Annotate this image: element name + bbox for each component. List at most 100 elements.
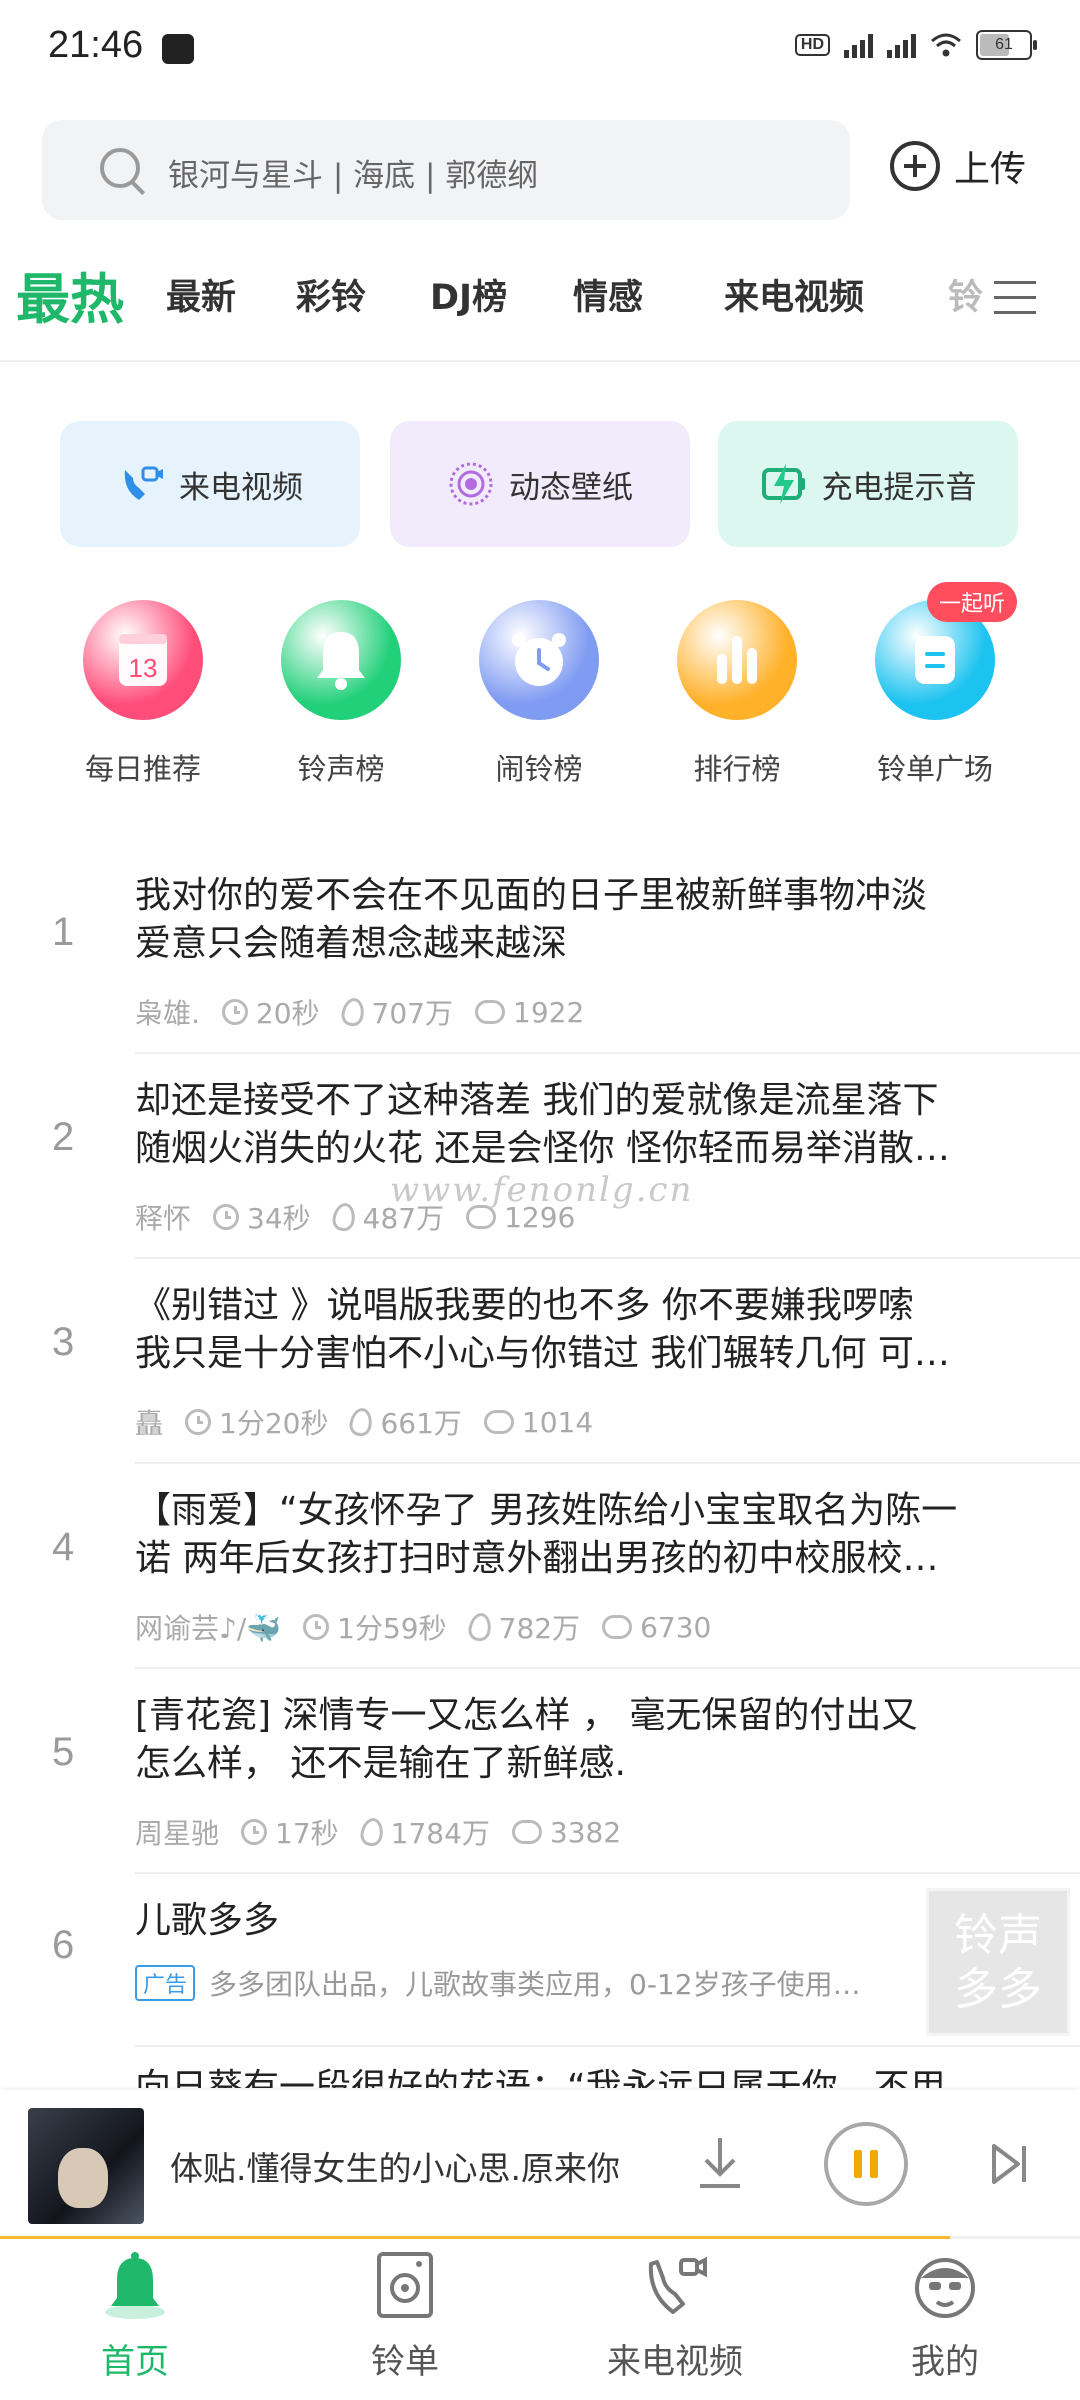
shortcut-label: 闹铃榜 [495, 752, 583, 786]
song-meta: 周星驰 17秒 1784万 3382 [135, 1812, 621, 1852]
bell-icon [281, 600, 401, 720]
flame-icon [339, 996, 366, 1028]
song-title: 我对你的爱不会在不见面的日子里被新鲜事物冲淡 爱意只会随着想念越来越深 [135, 872, 1060, 968]
shortcut-daily-picks[interactable]: 13 每日推荐 [43, 600, 243, 788]
divider [135, 1462, 1080, 1464]
flame-icon [330, 1201, 357, 1233]
shortcut-alarm-chart[interactable]: 闹铃榜 [439, 600, 639, 788]
play-count: 782万 [498, 1612, 581, 1645]
title-line-1: 我对你的爱不会在不见面的日子里被新鲜事物冲淡 [135, 875, 928, 916]
rank-number: 5 [52, 1730, 75, 1774]
feature-card-call-video[interactable]: 来电视频 [60, 421, 360, 547]
title-line-2: 怎么样， 还不是输在了新鲜感. [135, 1743, 626, 1784]
card-label: 来电视频 [179, 469, 303, 506]
now-playing-title: 体贴.懂得女生的小心思.原来你 [170, 2149, 620, 2188]
clock-icon [303, 1614, 330, 1640]
video-call-icon [124, 466, 163, 500]
ad-title-text: 儿歌多多 [135, 1900, 280, 1941]
song-meta: 网谕芸♪/🐳 1分59秒 782万 6730 [135, 1607, 711, 1647]
comment-icon [483, 1410, 514, 1434]
watermark: www.fenonlg.cn [390, 1170, 694, 1210]
progress-fill [0, 2236, 951, 2239]
tab-ringback[interactable]: 彩铃 [296, 269, 366, 320]
play-count: 707万 [371, 997, 453, 1030]
speaker-icon [377, 2252, 433, 2318]
nav-home[interactable]: 首页 [35, 2250, 235, 2383]
title-line-2: 我只是十分害怕不小心与你错过 我们辗转几何 可… [135, 1333, 950, 1374]
ad-tag: 广告 [135, 1965, 196, 2001]
shortcut-ringtone-chart[interactable]: 铃声榜 [241, 600, 441, 788]
nav-playlist[interactable]: 铃单 [305, 2250, 505, 2383]
comment-count: 1014 [521, 1405, 594, 1439]
mini-player[interactable]: 体贴.懂得女生的小心思.原来你 [0, 2090, 1080, 2240]
clock-icon [185, 1409, 212, 1435]
author: 周星驰 [135, 1817, 220, 1850]
pause-icon [854, 2150, 862, 2178]
clock-icon [241, 1819, 268, 1845]
feature-card-charging-sound[interactable]: 充电提示音 [718, 421, 1018, 547]
feature-card-live-wallpaper[interactable]: 动态壁纸 [390, 421, 690, 547]
tab-dj-chart[interactable]: DJ榜 [430, 269, 507, 320]
rank-number: 3 [52, 1320, 75, 1364]
divider [0, 360, 1080, 362]
author: 矗 [135, 1407, 164, 1440]
upload-button[interactable]: 上传 [890, 140, 1026, 192]
title-line-2: 爱意只会随着想念越来越深 [135, 923, 568, 964]
shortcut-playlist-square[interactable]: 一起听 铃单广场 [835, 582, 1035, 788]
phone-video-icon [648, 2256, 707, 2314]
status-time: 21:46 [48, 24, 144, 66]
comment-count: 1922 [513, 995, 585, 1029]
status-bar: 21:46 HD 61 [0, 0, 1080, 100]
title-line-2: 随烟火消失的火花 还是会怪你 怪你轻而易举消散… [135, 1128, 950, 1169]
plus-circle-icon [890, 141, 940, 191]
pause-button[interactable] [824, 2122, 908, 2206]
download-icon[interactable] [696, 2134, 744, 2190]
tab-call-video[interactable]: 来电视频 [724, 269, 864, 320]
clock-icon [213, 1204, 240, 1230]
song-meta: 枭雄. 20秒 707万 1922 [135, 992, 584, 1032]
comment-icon [511, 1820, 542, 1844]
title-line-1: 【雨爱】“女孩怀孕了 男孩姓陈给小宝宝取名为陈一 [135, 1490, 958, 1531]
tab-overflow[interactable]: 铃 [948, 269, 988, 320]
playlist-icon: 一起听 [875, 582, 1017, 720]
next-track-icon[interactable] [990, 2140, 1030, 2188]
shortcut-label: 排行榜 [693, 752, 781, 786]
tab-hot[interactable]: 最热 [16, 255, 124, 334]
author: 释怀 [135, 1202, 192, 1235]
play-count: 1784万 [390, 1817, 490, 1850]
comment-icon [602, 1615, 633, 1639]
card-label: 动态壁纸 [509, 469, 633, 506]
title-line-1: 却还是接受不了这种落差 我们的爱就像是流星落下 [135, 1080, 939, 1121]
partial-list-item[interactable]: 向日葵有一段很好的花语：“我永远只属于你，不用 [135, 2058, 1055, 2088]
author: 网谕芸♪/🐳 [135, 1612, 282, 1645]
nav-call-video[interactable]: 来电视频 [575, 2250, 775, 2383]
hd-volte-icon: HD [794, 34, 830, 56]
rank-number: 1 [52, 910, 75, 954]
album-art[interactable] [28, 2108, 144, 2224]
nav-label: 首页 [101, 2342, 169, 2382]
divider [135, 1872, 1080, 1874]
song-title: 却还是接受不了这种落差 我们的爱就像是流星落下 随烟火消失的火花 还是会怪你 怪… [135, 1077, 1060, 1173]
brand-stamp-line-1: 铃声 [954, 1910, 1042, 1961]
tab-latest[interactable]: 最新 [166, 269, 236, 320]
shortcut-label: 每日推荐 [84, 752, 201, 786]
menu-icon[interactable] [994, 279, 1036, 317]
calendar-icon: 13 [83, 600, 203, 720]
nav-profile[interactable]: 我的 [845, 2250, 1045, 2383]
signal-4g-icon [844, 32, 873, 58]
live-wallpaper-icon [449, 462, 493, 506]
play-count: 661万 [380, 1407, 462, 1440]
search-input[interactable]: 银河与星斗 | 海底 | 郭德纲 [42, 120, 850, 220]
flame-icon [466, 1611, 493, 1643]
brand-stamp-line-2: 多多 [954, 1964, 1042, 2015]
song-title: 【雨爱】“女孩怀孕了 男孩姓陈给小宝宝取名为陈一 诺 两年后女孩打扫时意外翻出男… [135, 1487, 1060, 1583]
flame-icon [348, 1406, 375, 1438]
shortcut-ranking[interactable]: 排行榜 [637, 600, 837, 788]
nav-label: 来电视频 [607, 2342, 743, 2382]
song-title: 《别错过 》说唱版我要的也不多 你不要嫌我啰嗦 我只是十分害怕不小心与你错过 我… [135, 1282, 1060, 1378]
title-line-1: 《别错过 》说唱版我要的也不多 你不要嫌我啰嗦 [135, 1285, 914, 1326]
ad-description: 多多团队出品，儿歌故事类应用，0-12岁孩子使用… [209, 1968, 861, 2001]
tab-emotion[interactable]: 情感 [573, 269, 643, 320]
battery-level: 61 [995, 36, 1013, 53]
card-label: 充电提示音 [821, 469, 977, 506]
